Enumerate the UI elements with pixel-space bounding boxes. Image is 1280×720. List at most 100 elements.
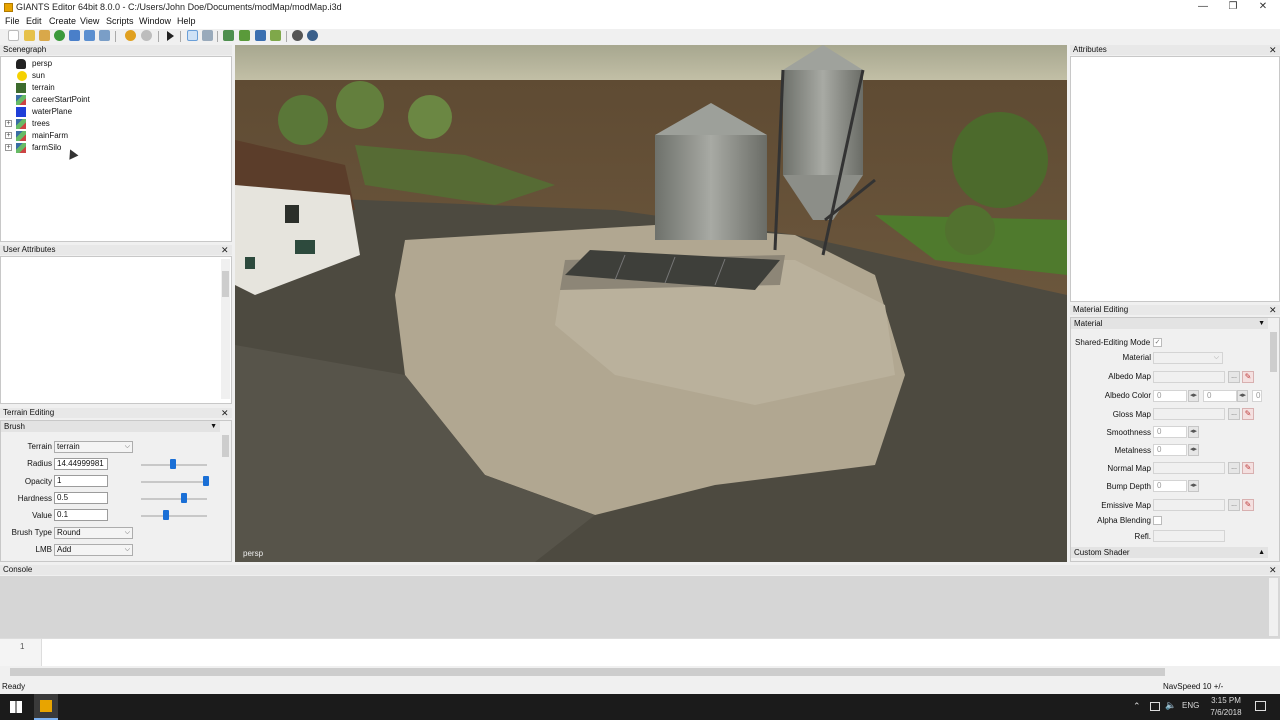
albedo-map-pick-icon[interactable]: ✎ — [1242, 371, 1254, 383]
windows-start-icon[interactable] — [10, 701, 22, 713]
material-select[interactable]: ⌵ — [1153, 352, 1223, 364]
hardness-slider-track[interactable] — [141, 498, 207, 500]
albedo-map-field[interactable] — [1153, 371, 1225, 383]
value-slider-track[interactable] — [141, 515, 207, 517]
emissive-map-browse-button[interactable]: ... — [1228, 499, 1240, 511]
emissive-map-field[interactable] — [1153, 499, 1225, 511]
scrollbar-thumb[interactable] — [222, 435, 229, 457]
select-icon[interactable] — [187, 30, 198, 41]
scrollbar-thumb[interactable] — [1270, 332, 1277, 372]
material-editing-close-icon[interactable]: ✕ — [1269, 306, 1277, 315]
console-hscrollbar[interactable] — [0, 667, 1280, 677]
bump-depth-input[interactable]: 0 — [1153, 480, 1187, 492]
albedo-map-browse-button[interactable]: ... — [1228, 371, 1240, 383]
play-icon[interactable] — [167, 31, 174, 41]
scenegraph-item-persp[interactable]: persp — [1, 58, 229, 70]
value-slider-thumb[interactable] — [162, 510, 169, 520]
gloss-map-browse-button[interactable]: ... — [1228, 408, 1240, 420]
albedo-color-g-spinner[interactable]: ◂▸ — [1237, 390, 1248, 402]
export-icon[interactable] — [84, 30, 95, 41]
taskbar-app-button[interactable] — [34, 694, 58, 720]
alpha-blending-checkbox[interactable] — [1153, 516, 1162, 525]
shared-editing-checkbox[interactable]: ✓ — [1153, 338, 1162, 347]
edit-icon[interactable] — [39, 30, 50, 41]
menu-window[interactable]: Window — [139, 16, 171, 26]
close-button[interactable]: ✕ — [1248, 0, 1278, 15]
menu-scripts[interactable]: Scripts — [106, 16, 134, 26]
clock-date[interactable]: 7/6/2018 — [1204, 708, 1248, 717]
notification-icon[interactable] — [1255, 701, 1266, 711]
hardness-slider-thumb[interactable] — [180, 493, 187, 503]
scenegraph-item-trees[interactable]: + trees — [1, 118, 229, 130]
language-indicator[interactable]: ENG — [1182, 701, 1199, 710]
emissive-map-pick-icon[interactable]: ✎ — [1242, 499, 1254, 511]
custom-shader-section-header[interactable]: Custom Shader ▲ — [1071, 547, 1268, 558]
gloss-map-field[interactable] — [1153, 408, 1225, 420]
menu-file[interactable]: File — [5, 16, 20, 26]
brush-type-select[interactable]: Round ⌵ — [54, 527, 133, 539]
refl-field[interactable] — [1153, 530, 1225, 542]
snap-icon[interactable] — [307, 30, 318, 41]
new-icon[interactable] — [8, 30, 19, 41]
opacity-input[interactable]: 1 — [54, 475, 108, 487]
redo-icon[interactable] — [141, 30, 152, 41]
metalness-spinner[interactable]: ◂▸ — [1188, 444, 1199, 456]
albedo-color-b-input[interactable]: 0 — [1252, 390, 1262, 402]
user-attributes-scrollbar[interactable] — [221, 259, 230, 399]
foliage-paint-icon[interactable] — [255, 30, 266, 41]
expand-icon[interactable]: + — [5, 120, 12, 127]
undo-icon[interactable] — [125, 30, 136, 41]
gloss-map-pick-icon[interactable]: ✎ — [1242, 408, 1254, 420]
lmb-select[interactable]: Add ⌵ — [54, 544, 133, 556]
normal-map-pick-icon[interactable]: ✎ — [1242, 462, 1254, 474]
expand-icon[interactable]: + — [5, 144, 12, 151]
scenegraph-item-farmSilo[interactable]: + farmSilo — [1, 142, 229, 154]
scenegraph-item-mainFarm[interactable]: + mainFarm — [1, 130, 229, 142]
console-input[interactable]: 1 — [0, 638, 1280, 666]
terrain-select[interactable]: terrain ⌵ — [54, 441, 133, 453]
hardness-input[interactable]: 0.5 — [54, 492, 108, 504]
scrollbar-thumb[interactable] — [10, 668, 1165, 676]
terrain-editing-close-icon[interactable]: ✕ — [221, 409, 229, 418]
menu-view[interactable]: View — [80, 16, 99, 26]
import-icon[interactable] — [99, 30, 110, 41]
smoothness-input[interactable]: 0 — [1153, 426, 1187, 438]
material-section-header[interactable]: Material ▼ — [1071, 318, 1268, 329]
opacity-slider-track[interactable] — [141, 481, 207, 483]
3d-viewport[interactable]: persp — [235, 45, 1067, 562]
expand-icon[interactable]: + — [5, 132, 12, 139]
expand-icon[interactable]: ▲ — [1258, 547, 1265, 558]
menu-edit[interactable]: Edit — [26, 16, 42, 26]
brush-section-header[interactable]: Brush ▼ — [1, 421, 220, 432]
scenegraph-item-careerStartPoint[interactable]: careerStartPoint — [1, 94, 229, 106]
radius-slider-thumb[interactable] — [170, 459, 177, 469]
albedo-color-r-spinner[interactable]: ◂▸ — [1188, 390, 1199, 402]
radius-input[interactable]: 14.44999981 — [54, 458, 108, 470]
speaker-icon[interactable]: 🔈 — [1165, 700, 1176, 711]
opacity-slider-thumb[interactable] — [203, 476, 209, 486]
open-icon[interactable] — [24, 30, 35, 41]
refresh-icon[interactable] — [54, 30, 65, 41]
save-icon[interactable] — [69, 30, 80, 41]
console-output-scrollbar[interactable] — [1269, 578, 1278, 636]
metalness-input[interactable]: 0 — [1153, 444, 1187, 456]
clock-time[interactable]: 3:15 PM — [1206, 696, 1246, 705]
user-attributes-close-icon[interactable]: ✕ — [221, 246, 229, 255]
terrain-editing-scrollbar[interactable] — [221, 423, 230, 559]
albedo-color-r-input[interactable]: 0 — [1153, 390, 1187, 402]
move-icon[interactable] — [202, 30, 213, 41]
attributes-close-icon[interactable]: ✕ — [1269, 46, 1277, 55]
console-close-icon[interactable]: ✕ — [1269, 566, 1277, 575]
collapse-icon[interactable]: ▼ — [210, 421, 217, 432]
collapse-icon[interactable]: ▼ — [1258, 318, 1265, 329]
minimize-button[interactable]: — — [1188, 0, 1218, 15]
bump-depth-spinner[interactable]: ◂▸ — [1188, 480, 1199, 492]
menu-help[interactable]: Help — [177, 16, 196, 26]
value-input[interactable]: 0.1 — [54, 509, 108, 521]
scenegraph-item-waterPlane[interactable]: waterPlane — [1, 106, 229, 118]
network-icon[interactable] — [1150, 702, 1160, 711]
scenegraph-item-terrain[interactable]: terrain — [1, 82, 229, 94]
normal-map-browse-button[interactable]: ... — [1228, 462, 1240, 474]
material-scrollbar[interactable] — [1269, 320, 1278, 560]
chevron-up-icon[interactable]: ⌃ — [1133, 701, 1141, 712]
